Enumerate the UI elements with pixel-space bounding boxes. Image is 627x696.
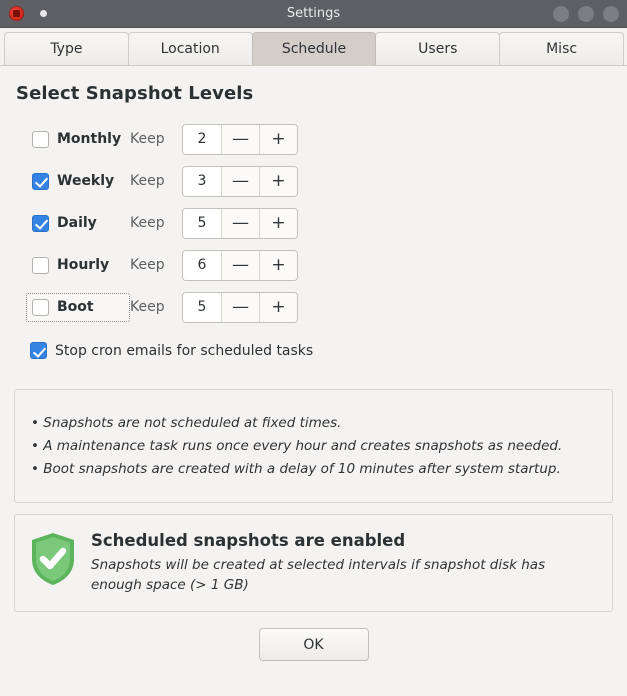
shield-check-icon: [29, 531, 77, 591]
keep-label: Keep: [130, 257, 165, 273]
tab-users[interactable]: Users: [375, 32, 501, 65]
page-title: Select Snapshot Levels: [16, 83, 254, 104]
level-checkbox-weekly[interactable]: Weekly: [26, 167, 130, 196]
increment-button[interactable]: +: [259, 208, 297, 238]
ok-button[interactable]: OK: [258, 628, 369, 662]
keep-stepper-hourly[interactable]: 6 — +: [182, 249, 298, 281]
level-label: Boot: [57, 299, 94, 315]
decrement-button[interactable]: —: [221, 124, 259, 154]
level-label: Daily: [57, 215, 97, 231]
level-checkbox-monthly[interactable]: Monthly: [26, 125, 130, 154]
checkbox-icon: [32, 298, 49, 316]
title-bar: Settings: [0, 0, 627, 28]
decrement-button[interactable]: —: [221, 208, 259, 238]
decrement-button[interactable]: —: [221, 250, 259, 280]
minimize-button[interactable]: [553, 5, 569, 22]
tab-type[interactable]: Type: [4, 32, 129, 65]
keep-value[interactable]: 5: [183, 208, 221, 238]
level-label: Monthly: [57, 131, 122, 147]
status-text: Scheduled snapshots are enabled Snapshot…: [91, 529, 583, 596]
keep-stepper-monthly[interactable]: 2 — +: [182, 123, 298, 155]
level-label: Hourly: [57, 257, 110, 273]
schedule-notes-panel: • Snapshots are not scheduled at fixed t…: [14, 389, 613, 503]
tab-location[interactable]: Location: [127, 32, 253, 65]
close-button[interactable]: [603, 5, 619, 22]
stop-cron-emails-label: Stop cron emails for scheduled tasks: [55, 342, 314, 359]
tab-bar: Type Location Schedule Users Misc: [0, 28, 627, 66]
checkbox-icon: [32, 256, 49, 274]
increment-button[interactable]: +: [259, 250, 297, 280]
app-icon: [9, 6, 24, 21]
checkbox-checked-icon: [32, 214, 49, 232]
note-line: • Boot snapshots are created with a dela…: [31, 461, 561, 478]
level-row-monthly: Monthly Keep 2 — +: [26, 118, 613, 160]
keep-value[interactable]: 3: [183, 166, 221, 196]
decrement-button[interactable]: —: [221, 166, 259, 196]
window-menu-dot-icon[interactable]: [40, 10, 47, 17]
checkbox-checked-icon: [32, 172, 49, 190]
level-checkbox-boot[interactable]: Boot: [26, 292, 130, 322]
window-controls: [553, 5, 619, 22]
tab-schedule[interactable]: Schedule: [251, 32, 377, 65]
keep-label: Keep: [130, 131, 165, 147]
checkbox-checked-icon: [30, 342, 47, 359]
keep-stepper-weekly[interactable]: 3 — +: [182, 165, 298, 197]
level-row-weekly: Weekly Keep 3 — +: [26, 160, 613, 202]
snapshot-levels-list: Monthly Keep 2 — + Weekly Keep 3 — + Dai…: [26, 118, 613, 328]
keep-value[interactable]: 5: [183, 292, 221, 322]
note-line: • A maintenance task runs once every hou…: [31, 438, 563, 455]
status-description: Snapshots will be created at selected in…: [91, 556, 546, 593]
level-row-daily: Daily Keep 5 — +: [26, 202, 613, 244]
stop-cron-emails-checkbox[interactable]: Stop cron emails for scheduled tasks: [30, 342, 613, 359]
increment-button[interactable]: +: [259, 292, 297, 322]
keep-label: Keep: [130, 299, 165, 315]
level-checkbox-hourly[interactable]: Hourly: [26, 251, 130, 280]
keep-value[interactable]: 6: [183, 250, 221, 280]
keep-stepper-daily[interactable]: 5 — +: [182, 207, 298, 239]
level-label: Weekly: [57, 173, 115, 189]
maximize-button[interactable]: [578, 5, 594, 22]
level-row-boot: Boot Keep 5 — +: [26, 286, 613, 328]
level-row-hourly: Hourly Keep 6 — +: [26, 244, 613, 286]
keep-value[interactable]: 2: [183, 124, 221, 154]
schedule-panel: Select Snapshot Levels Monthly Keep 2 — …: [0, 66, 627, 662]
checkbox-icon: [32, 130, 49, 148]
keep-stepper-boot[interactable]: 5 — +: [182, 291, 298, 323]
keep-label: Keep: [130, 173, 165, 189]
dialog-footer: OK: [14, 628, 613, 662]
level-checkbox-daily[interactable]: Daily: [26, 209, 130, 238]
status-panel: Scheduled snapshots are enabled Snapshot…: [14, 513, 613, 613]
decrement-button[interactable]: —: [221, 292, 259, 322]
increment-button[interactable]: +: [259, 124, 297, 154]
increment-button[interactable]: +: [259, 166, 297, 196]
status-title: Scheduled snapshots are enabled: [91, 530, 406, 550]
tab-misc[interactable]: Misc: [499, 32, 624, 65]
note-line: • Snapshots are not scheduled at fixed t…: [31, 415, 342, 431]
window-title: Settings: [286, 5, 341, 21]
keep-label: Keep: [130, 215, 165, 231]
